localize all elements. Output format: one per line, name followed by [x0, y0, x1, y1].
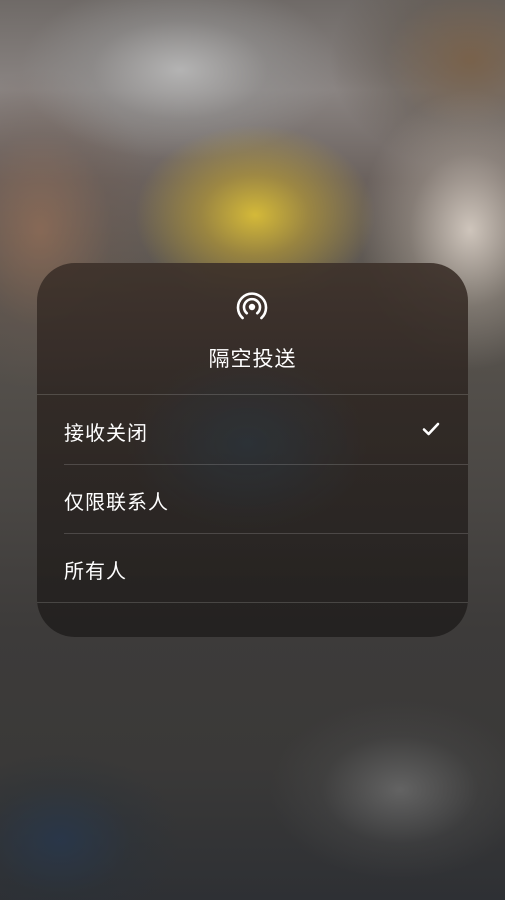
- sheet-title: 隔空投送: [208, 347, 297, 371]
- option-contacts-only[interactable]: 仅限联系人: [37, 464, 468, 533]
- checkmark-icon: [422, 422, 440, 436]
- option-everyone[interactable]: 所有人: [37, 533, 468, 602]
- airdrop-icon: [236, 292, 268, 320]
- screen: 隔空投送 接收关闭 仅限联系人 所有人: [0, 0, 505, 900]
- option-label: 接收关闭: [64, 421, 148, 445]
- airdrop-sheet: 隔空投送 接收关闭 仅限联系人 所有人: [37, 263, 468, 637]
- option-label: 所有人: [64, 559, 127, 583]
- option-receiving-off[interactable]: 接收关闭: [37, 394, 468, 464]
- sheet-header: 隔空投送: [37, 263, 468, 394]
- sheet-footer: [37, 602, 468, 635]
- option-label: 仅限联系人: [64, 490, 169, 514]
